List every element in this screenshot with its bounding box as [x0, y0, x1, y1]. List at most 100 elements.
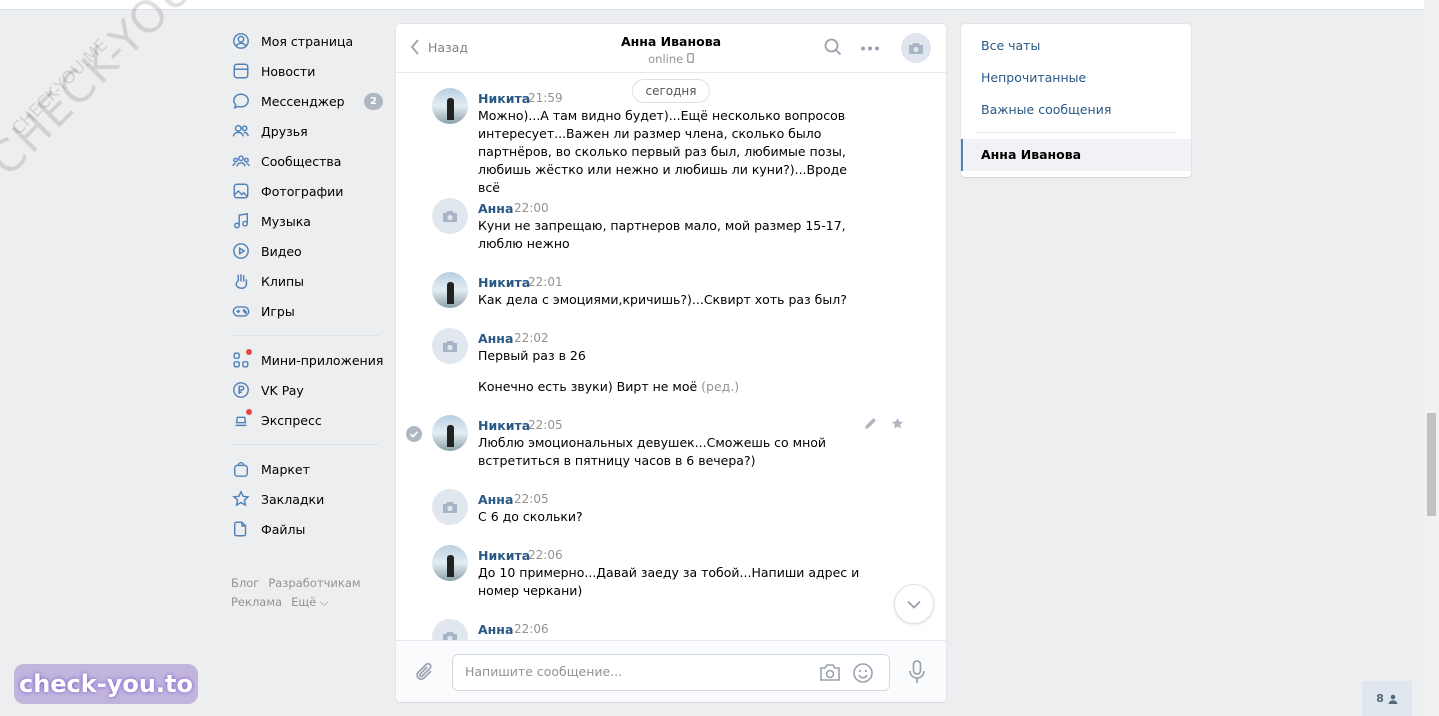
- sidebar-item-mini-apps[interactable]: Мини-приложения: [229, 345, 389, 375]
- message-author[interactable]: Никита: [478, 418, 530, 433]
- message-time[interactable]: 22:05: [514, 492, 549, 506]
- sidebar-item-video[interactable]: Видео: [229, 236, 389, 266]
- message-time[interactable]: 22:06: [514, 622, 549, 636]
- avatar[interactable]: [432, 272, 468, 308]
- message-time[interactable]: 22:06: [528, 548, 563, 562]
- sidebar-item-files[interactable]: Файлы: [229, 514, 389, 544]
- message-author[interactable]: Анна: [478, 492, 513, 507]
- filter-all-chats[interactable]: Все чаты: [981, 38, 1040, 53]
- avatar[interactable]: [432, 545, 468, 581]
- message-text: Можно)...А там видно будет)...Ещё нескол…: [478, 108, 848, 195]
- avatar[interactable]: [432, 198, 468, 234]
- message-input[interactable]: [465, 664, 805, 679]
- sidebar-item-label: Моя страница: [261, 33, 354, 49]
- sidebar-item-messenger[interactable]: Мессенджер 2: [229, 86, 389, 116]
- message-author[interactable]: Никита: [478, 275, 530, 290]
- message-author[interactable]: Анна: [478, 331, 513, 346]
- sidebar-item-communities[interactable]: Сообщества: [229, 146, 389, 176]
- message-text: Как дела с эмоциями,кричишь?)...Сквирт х…: [478, 292, 847, 307]
- avatar[interactable]: [432, 415, 468, 451]
- footer-link-blog[interactable]: Блог: [231, 576, 259, 590]
- emoji-smile-icon[interactable]: [852, 662, 874, 684]
- sidebar-item-photos[interactable]: Фотографии: [229, 176, 389, 206]
- camera-icon: [443, 210, 457, 222]
- avatar[interactable]: [432, 328, 468, 364]
- sidebar-item-label: Экспресс: [261, 412, 322, 428]
- sidebar-divider: [231, 444, 379, 445]
- panel-divider: [976, 132, 1176, 133]
- peer-status: online: [396, 52, 946, 66]
- sidebar-item-games[interactable]: Игры: [229, 296, 389, 326]
- sidebar-item-label: Музыка: [261, 213, 311, 229]
- sidebar-item-label: Закладки: [261, 491, 325, 507]
- message-time[interactable]: 22:00: [514, 201, 549, 215]
- apps-grid-icon: [231, 349, 252, 370]
- page-scrollbar[interactable]: [1424, 0, 1439, 716]
- edited-mark[interactable]: (ред.): [701, 379, 739, 394]
- sidebar-item-label: Фотографии: [261, 183, 344, 199]
- shopping-bag-icon: [231, 459, 251, 479]
- footer-link-more[interactable]: Ещё ⌵: [291, 595, 329, 609]
- message-text: До 10 примерно...Давай заеду за тобой...…: [478, 565, 860, 598]
- message-text-followup: Конечно есть звуки) Вирт не моё (ред.): [478, 378, 868, 396]
- message-text: Люблю эмоциональных девушек...Сможешь со…: [478, 435, 827, 468]
- star-icon: [231, 489, 251, 509]
- message-time[interactable]: 22:02: [514, 331, 549, 345]
- sidebar-item-my-page[interactable]: Моя страница: [229, 26, 389, 56]
- sidebar-item-label: Друзья: [261, 123, 308, 139]
- communities-icon: [231, 151, 251, 171]
- filter-unread[interactable]: Непрочитанные: [981, 70, 1086, 85]
- scroll-down-button[interactable]: [894, 584, 934, 624]
- footer-link-developers[interactable]: Разработчикам: [268, 576, 360, 590]
- express-icon: [231, 409, 252, 430]
- avatar[interactable]: [432, 88, 468, 124]
- message-input-box[interactable]: [452, 654, 890, 691]
- sidebar-item-vk-pay[interactable]: VK Pay: [229, 375, 389, 405]
- sidebar-item-news[interactable]: Новости: [229, 56, 389, 86]
- chat-header: Назад Анна Иванова online: [396, 24, 946, 73]
- friends-icon: [231, 121, 251, 141]
- edit-pencil-icon[interactable]: [864, 417, 877, 430]
- avatar[interactable]: [432, 489, 468, 525]
- selected-check-icon[interactable]: [406, 426, 422, 442]
- mobile-phone-icon: [687, 53, 694, 63]
- message-actions: [864, 417, 904, 430]
- sidebar-item-clips[interactable]: Клипы: [229, 266, 389, 296]
- camera-icon: [909, 42, 923, 54]
- message-time[interactable]: 22:01: [528, 275, 563, 289]
- message-author[interactable]: Анна: [478, 201, 513, 216]
- star-icon[interactable]: [891, 417, 904, 430]
- scrollbar-thumb[interactable]: [1427, 413, 1436, 516]
- sidebar-item-market[interactable]: Маркет: [229, 454, 389, 484]
- music-note-icon: [231, 211, 251, 231]
- notification-dot: [246, 409, 252, 415]
- chevron-down-icon: [907, 600, 921, 609]
- filter-important[interactable]: Важные сообщения: [981, 102, 1111, 117]
- more-dots-icon[interactable]: [860, 46, 880, 51]
- microphone-icon[interactable]: [908, 660, 926, 684]
- sidebar-item-bookmarks[interactable]: Закладки: [229, 484, 389, 514]
- top-bar: [0, 0, 1424, 10]
- paperclip-icon[interactable]: [414, 661, 436, 683]
- camera-icon[interactable]: [819, 663, 841, 683]
- sidebar-item-express[interactable]: Экспресс: [229, 405, 389, 435]
- left-sidebar: Моя страница Новости Мессенджер 2 Друзья…: [229, 26, 389, 544]
- sidebar-item-label: Клипы: [261, 273, 305, 289]
- camera-icon: [443, 340, 457, 352]
- search-icon[interactable]: [824, 38, 842, 56]
- sidebar-item-label: Мессенджер: [261, 93, 345, 109]
- message-author[interactable]: Никита: [478, 91, 530, 106]
- sidebar-item-friends[interactable]: Друзья: [229, 116, 389, 146]
- chat-bubble-icon: [231, 91, 251, 111]
- active-chat-item[interactable]: Анна Иванова: [961, 139, 1191, 171]
- sidebar-item-music[interactable]: Музыка: [229, 206, 389, 236]
- camera-icon: [443, 501, 457, 513]
- online-friends-widget[interactable]: 8: [1362, 681, 1412, 716]
- message-time[interactable]: 21:59: [528, 91, 563, 105]
- message-time[interactable]: 22:05: [528, 418, 563, 432]
- message-author[interactable]: Анна: [478, 622, 513, 637]
- footer-link-ads[interactable]: Реклама: [231, 595, 282, 609]
- message-author[interactable]: Никита: [478, 548, 530, 563]
- peer-avatar[interactable]: [901, 33, 931, 63]
- file-icon: [231, 519, 251, 539]
